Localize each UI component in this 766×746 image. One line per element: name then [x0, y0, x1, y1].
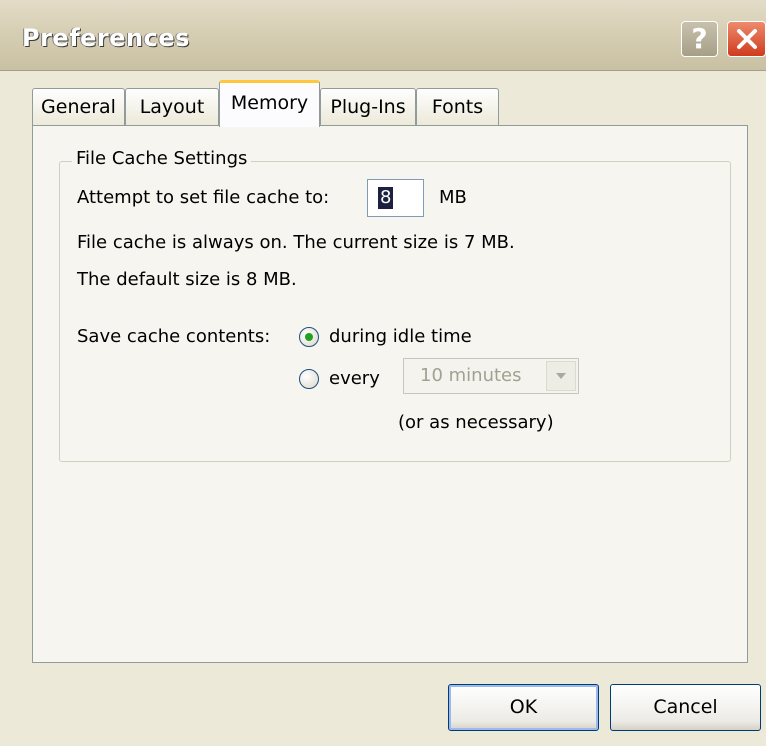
interval-dropdown[interactable]: 10 minutes: [403, 358, 579, 394]
save-cache-label: Save cache contents:: [77, 326, 271, 347]
close-x-icon: [736, 29, 757, 49]
cache-size-input[interactable]: 8: [367, 179, 424, 217]
tab-memory[interactable]: Memory: [219, 80, 320, 127]
radio-selected-dot: [305, 333, 313, 341]
cache-size-value: 8: [378, 187, 394, 209]
as-necessary-note: (or as necessary): [398, 412, 554, 433]
cancel-button[interactable]: Cancel: [610, 684, 761, 731]
title-bar[interactable]: Preferences ?: [0, 0, 766, 71]
dropdown-arrow-button[interactable]: [546, 361, 576, 391]
attempt-cache-label: Attempt to set file cache to:: [77, 187, 330, 208]
interval-value: 10 minutes: [420, 365, 522, 386]
chevron-down-icon: [556, 373, 566, 379]
tab-general[interactable]: General: [32, 88, 125, 126]
every-label[interactable]: every: [329, 368, 380, 389]
window-title: Preferences: [22, 24, 190, 52]
tab-plug-ins[interactable]: Plug-Ins: [320, 88, 416, 126]
default-size-text: The default size is 8 MB.: [77, 269, 297, 290]
every-radio[interactable]: [299, 369, 319, 389]
tab-fonts[interactable]: Fonts: [416, 88, 499, 126]
tab-layout[interactable]: Layout: [125, 88, 219, 126]
idle-time-label[interactable]: during idle time: [329, 326, 472, 347]
close-button[interactable]: [727, 21, 766, 57]
group-title: File Cache Settings: [72, 148, 252, 169]
help-button[interactable]: ?: [681, 21, 718, 57]
question-mark-icon: ?: [691, 22, 708, 55]
cache-status-text: File cache is always on. The current siz…: [77, 232, 515, 253]
preferences-dialog: Preferences ? General Layout Memory Plug…: [0, 0, 766, 746]
ok-button[interactable]: OK: [448, 684, 599, 731]
idle-time-radio[interactable]: [299, 327, 319, 347]
cache-unit-label: MB: [439, 187, 467, 208]
memory-tab-panel: File Cache Settings Attempt to set file …: [32, 125, 748, 663]
